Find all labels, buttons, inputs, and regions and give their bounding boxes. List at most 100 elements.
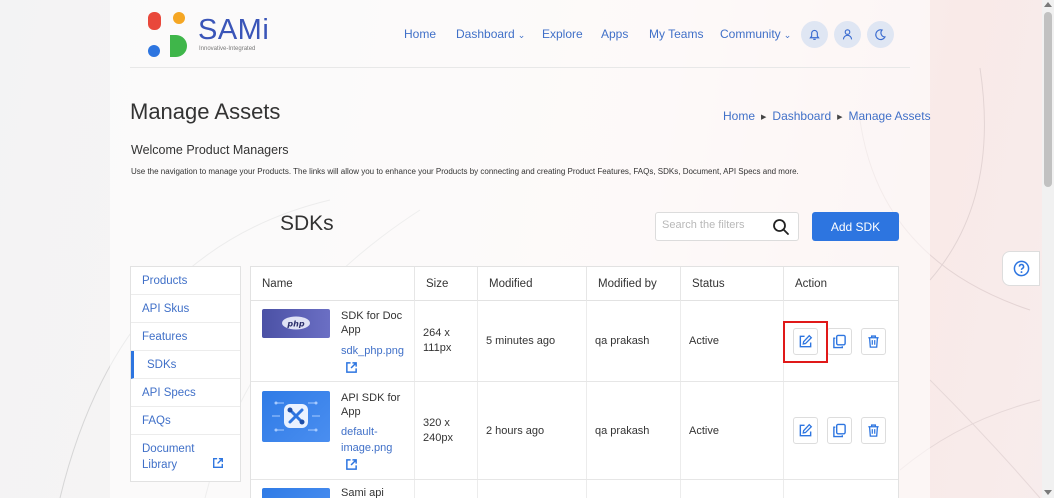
external-link-icon[interactable]: [345, 361, 358, 374]
sdk-title: API SDK for App: [341, 392, 401, 418]
notifications-button[interactable]: [801, 21, 828, 48]
question-circle-icon: [1013, 260, 1029, 277]
section-title: SDKs: [280, 212, 334, 235]
sidebar-item-document-library[interactable]: Document Library: [131, 435, 240, 481]
search-icon[interactable]: [772, 218, 790, 236]
name-cell: API SDK for App default-image.png: [251, 382, 415, 479]
caret-right-icon: ▶: [761, 114, 767, 121]
copy-button[interactable]: [827, 417, 852, 444]
welcome-heading: Welcome Product Managers: [131, 143, 289, 157]
delete-button[interactable]: [861, 417, 886, 444]
name-cell: Sami api: [251, 480, 415, 498]
delete-button[interactable]: [861, 328, 886, 355]
sdk-title: SDK for Doc App: [341, 310, 403, 336]
edit-button-highlight: [783, 321, 828, 363]
help-button[interactable]: [1002, 251, 1040, 286]
column-header-status[interactable]: Status: [681, 267, 784, 301]
status-cell: [681, 480, 784, 498]
nav-community[interactable]: Community ⌄: [720, 27, 791, 41]
php-logo-icon: php: [282, 316, 310, 330]
sidebar-item-products[interactable]: Products: [131, 267, 240, 295]
page-description: Use the navigation to manage your Produc…: [131, 167, 799, 176]
page-title: Manage Assets: [130, 99, 281, 124]
trash-icon: [868, 335, 879, 348]
bell-icon: [809, 29, 820, 40]
modified-cell: 5 minutes ago: [478, 301, 587, 381]
size-cell: 264 x 111px: [415, 301, 478, 381]
external-link-icon: [213, 458, 224, 468]
modified-by-cell: qa prakash: [587, 382, 681, 479]
sidebar-item-sdks[interactable]: SDKs: [131, 351, 240, 379]
breadcrumb-current[interactable]: Manage Assets: [849, 109, 931, 123]
sdk-file-link[interactable]: default-image.png: [341, 424, 407, 456]
nav-home[interactable]: Home: [404, 27, 436, 41]
logo-icon: [148, 12, 187, 57]
sdk-thumbnail: [262, 488, 330, 498]
sidebar-item-api-specs[interactable]: API Specs: [131, 379, 240, 407]
theme-toggle-button[interactable]: [867, 21, 894, 48]
name-cell: php SDK for Doc App sdk_php.png: [251, 301, 415, 381]
table-row: Sami api: [251, 480, 898, 498]
table-header: Name Size Modified Modified by Status Ac…: [251, 267, 898, 301]
sdk-file-link[interactable]: sdk_php.png: [341, 343, 407, 359]
logo-text: SAMi: [198, 14, 270, 46]
add-sdk-button[interactable]: Add SDK: [812, 212, 899, 241]
scroll-up-icon[interactable]: [1044, 2, 1052, 7]
logo-tagline: Innovative-Integrated: [199, 46, 256, 52]
nav-my-teams[interactable]: My Teams: [649, 27, 703, 41]
nav-dashboard[interactable]: Dashboard ⌄: [456, 27, 525, 41]
nav-dashboard-label: Dashboard: [456, 27, 515, 41]
nav-apps[interactable]: Apps: [601, 27, 628, 41]
modified-by-cell: qa prakash: [587, 301, 681, 381]
size-cell: [415, 480, 478, 498]
php-logo-text: php: [286, 320, 304, 329]
asset-sidebar: Products API Skus Features SDKs API Spec…: [130, 266, 241, 482]
logo[interactable]: SAMi Innovative-Integrated: [146, 11, 271, 59]
sdk-thumbnail: php: [262, 309, 330, 338]
sdk-title: Sami api: [341, 487, 384, 498]
profile-button[interactable]: [834, 21, 861, 48]
tools-app-icon: [272, 401, 320, 432]
sidebar-item-api-skus[interactable]: API Skus: [131, 295, 240, 323]
scrollbar-thumb[interactable]: [1044, 12, 1052, 187]
edit-icon: [799, 423, 813, 437]
status-cell: Active: [681, 382, 784, 479]
column-header-modified-by[interactable]: Modified by: [587, 267, 681, 301]
size-cell: 320 x 240px: [415, 382, 478, 479]
top-header: SAMi Innovative-Integrated Home Dashboar…: [130, 0, 910, 68]
external-link-icon[interactable]: [345, 458, 358, 471]
table-row: API SDK for App default-image.png 320 x …: [251, 382, 898, 480]
column-header-modified[interactable]: Modified: [478, 267, 587, 301]
sdk-table: Name Size Modified Modified by Status Ac…: [250, 266, 899, 498]
copy-icon: [833, 334, 846, 349]
modified-by-cell: [587, 480, 681, 498]
table-row: php SDK for Doc App sdk_php.png 264 x 11…: [251, 301, 898, 382]
breadcrumb-home[interactable]: Home: [723, 109, 755, 123]
sdk-thumbnail: [262, 391, 330, 442]
copy-button[interactable]: [827, 328, 852, 355]
nav-explore[interactable]: Explore: [542, 27, 583, 41]
column-header-name[interactable]: Name: [251, 267, 415, 301]
column-header-size[interactable]: Size: [415, 267, 478, 301]
chevron-down-icon: ⌄: [517, 30, 526, 40]
edit-button[interactable]: [793, 417, 818, 444]
breadcrumb: Home ▶ Dashboard ▶ Manage Assets: [723, 109, 931, 123]
modified-cell: [478, 480, 587, 498]
chevron-down-icon: ⌄: [783, 30, 792, 40]
search-box: [655, 212, 799, 241]
sidebar-item-faqs[interactable]: FAQs: [131, 407, 240, 435]
page-scrollbar[interactable]: [1042, 0, 1054, 498]
sidebar-item-label: Document Library: [142, 443, 195, 471]
caret-right-icon: ▶: [837, 114, 843, 121]
sidebar-item-features[interactable]: Features: [131, 323, 240, 351]
trash-icon: [868, 424, 879, 437]
search-input[interactable]: [662, 219, 766, 231]
copy-icon: [833, 423, 846, 438]
modified-cell: 2 hours ago: [478, 382, 587, 479]
scroll-down-icon[interactable]: [1044, 490, 1052, 495]
breadcrumb-dashboard[interactable]: Dashboard: [772, 109, 831, 123]
status-cell: Active: [681, 301, 784, 381]
action-cell: [784, 382, 898, 479]
column-header-action: Action: [795, 278, 827, 290]
moon-icon: [875, 29, 886, 41]
